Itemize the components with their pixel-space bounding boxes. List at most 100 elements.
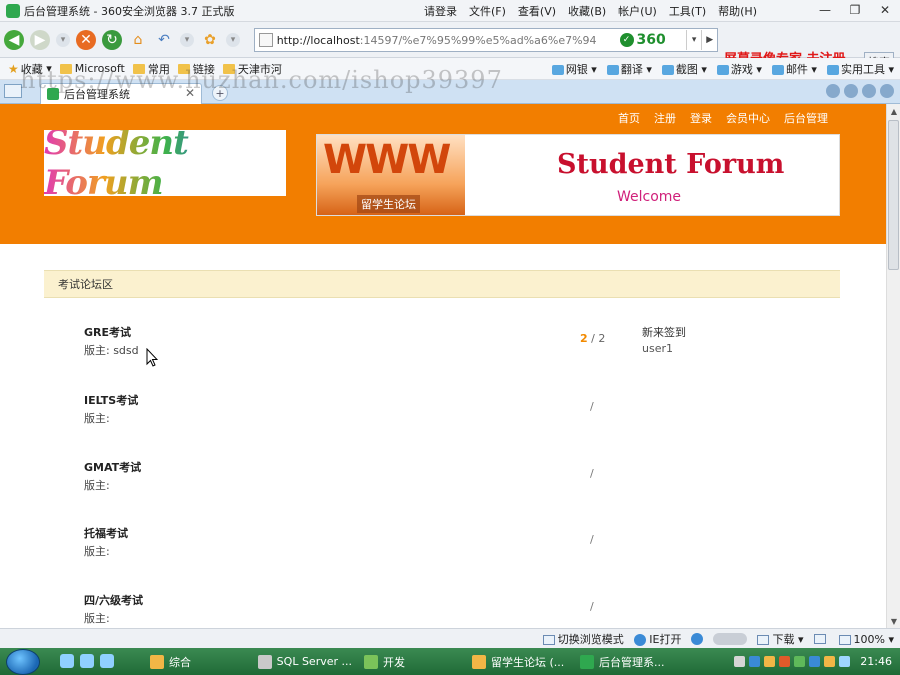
tab-close-icon[interactable]: ✕ bbox=[185, 86, 195, 100]
forward-arrow-icon[interactable]: ▶ bbox=[30, 29, 50, 50]
menu-file[interactable]: 文件(F) bbox=[469, 3, 506, 19]
tab-control-icon[interactable] bbox=[826, 84, 840, 98]
menu-favorites[interactable]: 收藏(B) bbox=[568, 3, 606, 19]
bookmark-favorites[interactable]: ★ 收藏 ▾ bbox=[8, 61, 52, 77]
toolbar-label: 翻译 bbox=[620, 63, 643, 76]
home-icon[interactable]: ⌂ bbox=[128, 30, 148, 50]
menu-account[interactable]: 帐户(U) bbox=[618, 3, 657, 19]
history-dropdown-icon[interactable]: ▾ bbox=[56, 32, 70, 47]
maximize-icon[interactable]: ❐ bbox=[840, 0, 870, 20]
forum-row[interactable]: 四/六级考试 版主: / bbox=[44, 592, 840, 628]
tray-icon[interactable] bbox=[764, 656, 776, 667]
paw-icon[interactable]: ✿ bbox=[200, 30, 220, 50]
forum-name[interactable]: 四/六级考试 bbox=[84, 592, 143, 608]
forum-moderator: 版主: sdsd bbox=[84, 344, 139, 357]
taskbar-item-forum[interactable]: 留学生论坛 (... bbox=[466, 651, 570, 672]
quick-launch-icon[interactable] bbox=[60, 654, 74, 668]
forum-row[interactable]: 托福考试 版主: / bbox=[44, 525, 840, 569]
forum-name[interactable]: GMAT考试 bbox=[84, 459, 141, 475]
taskbar-clock[interactable]: 21:46 bbox=[860, 655, 892, 668]
zoom-control[interactable]: 100% ▾ bbox=[838, 633, 894, 646]
download-button[interactable]: 下载 ▾ bbox=[757, 631, 804, 647]
address-bar[interactable]: http://localhost:14597/%e7%95%99%e5%ad%a… bbox=[254, 28, 718, 52]
vertical-scrollbar[interactable]: ▲ ▼ bbox=[886, 104, 900, 628]
stop-icon[interactable]: ✕ bbox=[76, 29, 96, 50]
os-taskbar: 综合 SQL Server ... 开发 留学生论坛 (... 后台管理系...… bbox=[0, 648, 900, 675]
switch-mode-button[interactable]: 切换浏览模式 bbox=[542, 631, 624, 647]
minimize-icon[interactable]: — bbox=[810, 0, 840, 20]
forum-row[interactable]: IELTS考试 版主: / bbox=[44, 392, 840, 436]
site-logo[interactable]: Student Forum bbox=[44, 130, 286, 196]
toolbar-netbank[interactable]: 网银 ▾ bbox=[551, 61, 597, 77]
back-arrow-icon[interactable]: ◀ bbox=[4, 29, 24, 50]
taskbar-item-sql-server[interactable]: SQL Server ... bbox=[252, 651, 352, 672]
forum-latest-user[interactable]: user1 bbox=[642, 342, 673, 355]
download-icon bbox=[757, 635, 770, 645]
taskbar-item-general[interactable]: 综合 bbox=[144, 651, 240, 672]
menu-help[interactable]: 帮助(H) bbox=[718, 3, 757, 19]
paw-dropdown-icon[interactable]: ▾ bbox=[226, 32, 240, 47]
bookmark-microsoft[interactable]: Microsoft bbox=[59, 62, 125, 75]
undo-close-tab-icon[interactable]: ↶ bbox=[154, 30, 174, 50]
forum-latest-post[interactable]: 新来签到 bbox=[642, 324, 686, 340]
tray-icon[interactable] bbox=[809, 656, 821, 667]
forum-moderator: 版主: bbox=[84, 545, 110, 558]
volume-icon[interactable] bbox=[839, 656, 851, 667]
scroll-up-icon[interactable]: ▲ bbox=[887, 104, 900, 118]
forum-row[interactable]: GRE考试 版主: sdsd 2 / 2 新来签到 user1 bbox=[44, 324, 840, 368]
forum-name[interactable]: GRE考试 bbox=[84, 324, 131, 340]
bookmark-tianjin[interactable]: 天津市河 bbox=[222, 61, 282, 77]
nav-member-center-link[interactable]: 会员中心 bbox=[726, 110, 770, 126]
browser-app-icon bbox=[6, 3, 20, 18]
new-tab-icon[interactable]: + bbox=[212, 85, 228, 101]
sidebar-toggle-icon[interactable] bbox=[4, 84, 22, 98]
menu-login[interactable]: 请登录 bbox=[424, 3, 457, 19]
ie-open-button[interactable]: IE打开 bbox=[633, 631, 681, 647]
nav-register-link[interactable]: 注册 bbox=[654, 110, 676, 126]
tab-control-icon[interactable] bbox=[880, 84, 894, 98]
menu-tools[interactable]: 工具(T) bbox=[669, 3, 706, 19]
menu-view[interactable]: 查看(V) bbox=[518, 3, 556, 19]
tab-admin-system[interactable]: 后台管理系统 ✕ bbox=[40, 83, 202, 104]
keyboard-icon[interactable] bbox=[734, 656, 746, 667]
toolbar-games[interactable]: 游戏 ▾ bbox=[716, 61, 762, 77]
forum-row[interactable]: GMAT考试 版主: / bbox=[44, 459, 840, 503]
tab-control-icon[interactable] bbox=[844, 84, 858, 98]
bookmark-links[interactable]: 链接 bbox=[177, 61, 215, 77]
taskbar-item-admin[interactable]: 后台管理系... bbox=[574, 651, 674, 672]
refresh-icon[interactable]: ↻ bbox=[102, 29, 122, 50]
url-dropdown-icon[interactable]: ▾ bbox=[685, 30, 702, 50]
nav-home-link[interactable]: 首页 bbox=[618, 110, 640, 126]
toolbar-tools[interactable]: 实用工具 ▾ bbox=[826, 61, 894, 77]
tray-icon[interactable] bbox=[749, 656, 761, 667]
forum-name[interactable]: IELTS考试 bbox=[84, 392, 138, 408]
tab-title: 后台管理系统 bbox=[64, 88, 130, 101]
switch-mode-label: 切换浏览模式 bbox=[557, 633, 624, 646]
speed-toggle-icon[interactable] bbox=[713, 633, 748, 645]
undo-dropdown-icon[interactable]: ▾ bbox=[180, 32, 194, 47]
forum-name[interactable]: 托福考试 bbox=[84, 525, 128, 541]
scroll-thumb[interactable] bbox=[888, 120, 899, 270]
bookmark-common[interactable]: 常用 bbox=[132, 61, 170, 77]
scroll-down-icon[interactable]: ▼ bbox=[887, 614, 900, 628]
nav-login-link[interactable]: 登录 bbox=[690, 110, 712, 126]
page-tool-icon[interactable] bbox=[813, 634, 826, 644]
go-arrow-icon[interactable]: ▶ bbox=[701, 30, 717, 50]
tray-icon[interactable] bbox=[794, 656, 806, 667]
tab-control-icon[interactable] bbox=[862, 84, 876, 98]
start-button-icon[interactable] bbox=[6, 649, 40, 675]
banner-image: WWW 留学生论坛 bbox=[317, 135, 465, 215]
toolbar-translate[interactable]: 翻译 ▾ bbox=[606, 61, 652, 77]
tray-icon[interactable] bbox=[779, 656, 791, 667]
taskbar-item-dev[interactable]: 开发 bbox=[358, 651, 458, 672]
close-icon[interactable]: ✕ bbox=[870, 0, 900, 20]
nav-admin-link[interactable]: 后台管理 bbox=[784, 110, 828, 126]
globe-icon[interactable] bbox=[691, 633, 704, 645]
toolbar-screenshot[interactable]: 截图 ▾ bbox=[661, 61, 707, 77]
tray-icon[interactable] bbox=[824, 656, 836, 667]
quick-launch-icon[interactable] bbox=[80, 654, 94, 668]
safety-badge[interactable]: ✓ 360 bbox=[619, 31, 686, 49]
toolbar-mail[interactable]: 邮件 ▾ bbox=[771, 61, 817, 77]
url-text[interactable]: http://localhost:14597/%e7%95%99%e5%ad%a… bbox=[277, 34, 620, 47]
quick-launch-icon[interactable] bbox=[100, 654, 114, 668]
